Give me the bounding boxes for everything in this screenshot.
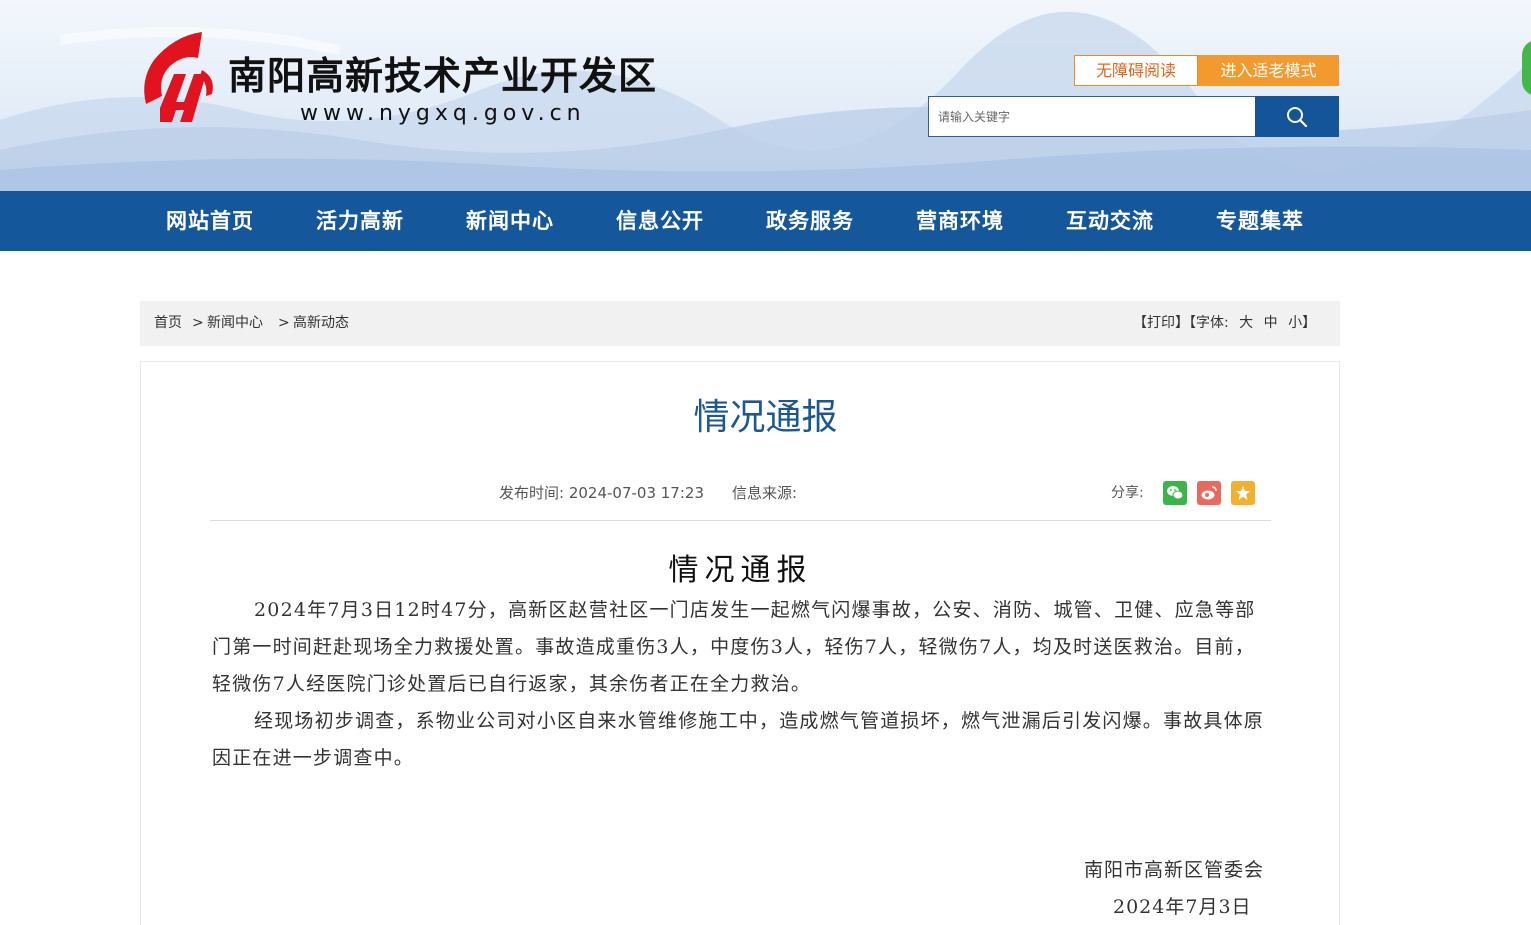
info-source: 信息来源: [732, 484, 798, 502]
logo-icon [144, 32, 213, 122]
favorite-share-button[interactable] [1231, 481, 1255, 505]
font-size-close: 】 [1302, 315, 1317, 331]
wechat-icon [1167, 486, 1184, 500]
nav-item-news[interactable]: 新闻中心 [466, 191, 554, 251]
article-title: 情况通报 [693, 397, 838, 438]
font-large-button[interactable]: 大 [1239, 315, 1253, 331]
signature-organization: 南阳市高新区管委会 [1084, 859, 1265, 881]
search-input[interactable] [928, 96, 1256, 137]
breadcrumb-home[interactable]: 首页 [154, 301, 182, 346]
title-divider [210, 520, 1271, 521]
print-button[interactable]: 【打印】 [1133, 315, 1189, 331]
article-paragraph: 2024年7月3日12时47分，高新区赵营社区一门店发生一起燃气闪爆事故，公安、… [212, 599, 1256, 695]
accessibility-button[interactable]: 无障碍阅读 [1074, 55, 1198, 86]
body-heading: 情况通报 [668, 553, 813, 588]
nav-item-gov-services[interactable]: 政务服务 [766, 191, 854, 251]
search-icon [1287, 107, 1308, 128]
weibo-share-button[interactable] [1197, 481, 1221, 505]
signature-date: 2024年7月3日 [1113, 896, 1252, 918]
breadcrumb-separator: > [278, 315, 290, 331]
elderly-mode-button[interactable]: 进入适老模式 [1198, 55, 1339, 86]
breadcrumb-separator: > [192, 315, 204, 331]
font-small-button[interactable]: 小 [1288, 315, 1302, 331]
nav-item-interaction[interactable]: 互动交流 [1066, 191, 1154, 251]
site-name: 南阳高新技术产业开发区 [228, 54, 658, 98]
favorite-icon [1236, 486, 1250, 500]
publish-time: 发布时间: 2024-07-03 17:23 [499, 484, 704, 502]
nav-item-home[interactable]: 网站首页 [166, 191, 254, 251]
wechat-share-button[interactable] [1163, 481, 1187, 505]
floating-side-button[interactable] [1522, 40, 1531, 96]
nav-item-vitality[interactable]: 活力高新 [316, 191, 404, 251]
main-nav: 网站首页 活力高新 新闻中心 信息公开 政务服务 营商环境 互动交流 专题集萃 [0, 191, 1531, 251]
font-size-label: 【字体: [1189, 315, 1229, 331]
breadcrumb: 首页 > 新闻中心 > 高新动态 【打印】【字体: 大 中 小】 [140, 301, 1340, 346]
nav-item-business-env[interactable]: 营商环境 [916, 191, 1004, 251]
nav-item-info-disclosure[interactable]: 信息公开 [616, 191, 704, 251]
share-label: 分享: [1111, 485, 1144, 501]
font-medium-button[interactable]: 中 [1264, 315, 1278, 331]
site-url: www.nygxq.gov.cn [300, 101, 586, 126]
breadcrumb-news[interactable]: 新闻中心 [207, 301, 263, 346]
breadcrumb-current[interactable]: 高新动态 [293, 301, 349, 346]
article-paragraph: 经现场初步调查，系物业公司对小区自来水管维修施工中，造成燃气管道损坏，燃气泄漏后… [212, 710, 1265, 769]
site-header: 南阳高新技术产业开发区 www.nygxq.gov.cn 无障碍阅读 进入适老模… [0, 0, 1531, 191]
search-button[interactable] [1255, 96, 1339, 137]
weibo-icon [1201, 486, 1217, 500]
page-tools: 【打印】【字体: 大 中 小】 [1133, 301, 1316, 346]
nav-item-topics[interactable]: 专题集萃 [1216, 191, 1304, 251]
